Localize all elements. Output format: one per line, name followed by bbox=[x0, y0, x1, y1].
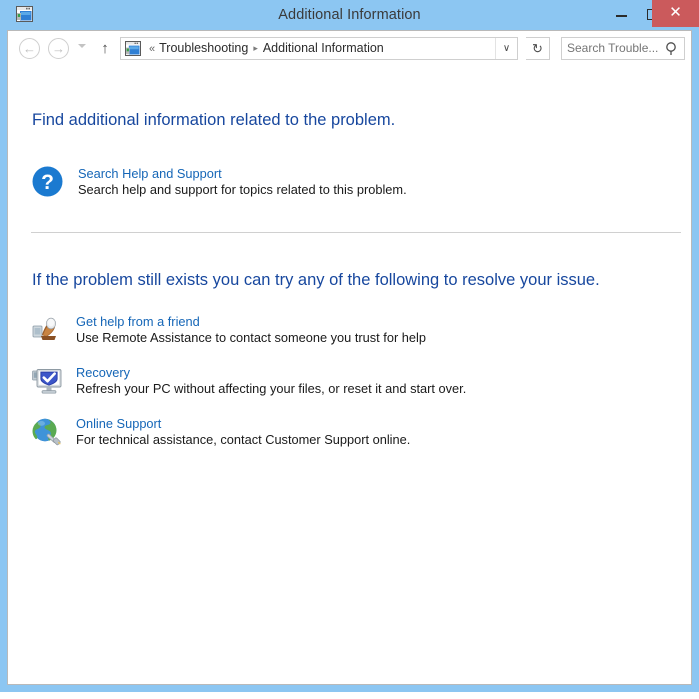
address-dropdown-button[interactable]: ∨ bbox=[495, 38, 517, 59]
search-box[interactable]: Search Trouble... bbox=[561, 37, 685, 60]
breadcrumb-separator-icon[interactable]: ▸ bbox=[248, 43, 263, 53]
breadcrumb-overflow-chevron[interactable]: « bbox=[145, 43, 159, 55]
task-link[interactable]: Online Support bbox=[76, 416, 161, 431]
address-bar-troubleshooting-icon bbox=[125, 41, 141, 56]
svg-text:?: ? bbox=[41, 171, 54, 194]
recent-pages-dropdown-icon[interactable] bbox=[78, 44, 86, 48]
up-button[interactable]: ↑ bbox=[96, 39, 114, 59]
search-input[interactable]: Search Trouble... bbox=[567, 38, 658, 59]
window-title: Additional Information bbox=[278, 7, 421, 23]
navigation-bar: ← → ↑ «Troubleshooting ▸ Additional Info… bbox=[8, 31, 691, 66]
page-title: Find additional information related to t… bbox=[32, 111, 396, 129]
recovery-monitor-icon bbox=[32, 369, 62, 394]
breadcrumb-item-troubleshooting[interactable]: Troubleshooting bbox=[159, 41, 248, 55]
up-arrow-icon: ↑ bbox=[101, 40, 109, 57]
breadcrumb-item-additional-information[interactable]: Additional Information bbox=[263, 41, 384, 55]
refresh-button[interactable]: ↻ bbox=[526, 37, 550, 60]
task-description: Use Remote Assistance to contact someone… bbox=[76, 330, 426, 345]
refresh-icon: ↻ bbox=[532, 41, 543, 56]
title-bar[interactable]: Additional Information ✕ bbox=[0, 0, 699, 30]
chevron-down-icon: ∨ bbox=[502, 43, 511, 54]
close-button[interactable]: ✕ bbox=[652, 0, 699, 27]
back-button[interactable]: ← bbox=[19, 38, 40, 59]
task-link[interactable]: Recovery bbox=[76, 365, 130, 380]
page-content: Find additional information related to t… bbox=[8, 66, 691, 684]
search-icon[interactable] bbox=[665, 41, 679, 56]
task-description: Refresh your PC without affecting your f… bbox=[76, 381, 467, 396]
online-support-globe-icon bbox=[32, 418, 61, 446]
address-bar[interactable]: «Troubleshooting ▸ Additional Information … bbox=[120, 37, 518, 60]
minimize-button[interactable] bbox=[606, 0, 637, 27]
remote-assistance-icon bbox=[32, 317, 56, 340]
task-description: Search help and support for topics relat… bbox=[78, 182, 407, 197]
section-divider bbox=[31, 232, 681, 233]
application-window: Additional Information ✕ ← → ↑ « Trouble… bbox=[0, 0, 699, 692]
task-link[interactable]: Get help from a friend bbox=[76, 314, 200, 329]
help-question-icon: ? bbox=[32, 166, 63, 197]
close-icon: ✕ bbox=[669, 4, 682, 21]
minimize-icon bbox=[616, 15, 627, 17]
window-client-area: ← → ↑ «Troubleshooting ▸ Additional Info… bbox=[7, 30, 692, 685]
breadcrumb: «Troubleshooting ▸ Additional Information bbox=[145, 38, 384, 59]
back-arrow-icon: ← bbox=[23, 41, 36, 56]
forward-button[interactable]: → bbox=[48, 38, 69, 59]
task-link[interactable]: Search Help and Support bbox=[78, 166, 222, 181]
forward-arrow-icon: → bbox=[52, 41, 65, 56]
task-description: For technical assistance, contact Custom… bbox=[76, 432, 411, 447]
section-heading: If the problem still exists you can try … bbox=[32, 271, 600, 289]
